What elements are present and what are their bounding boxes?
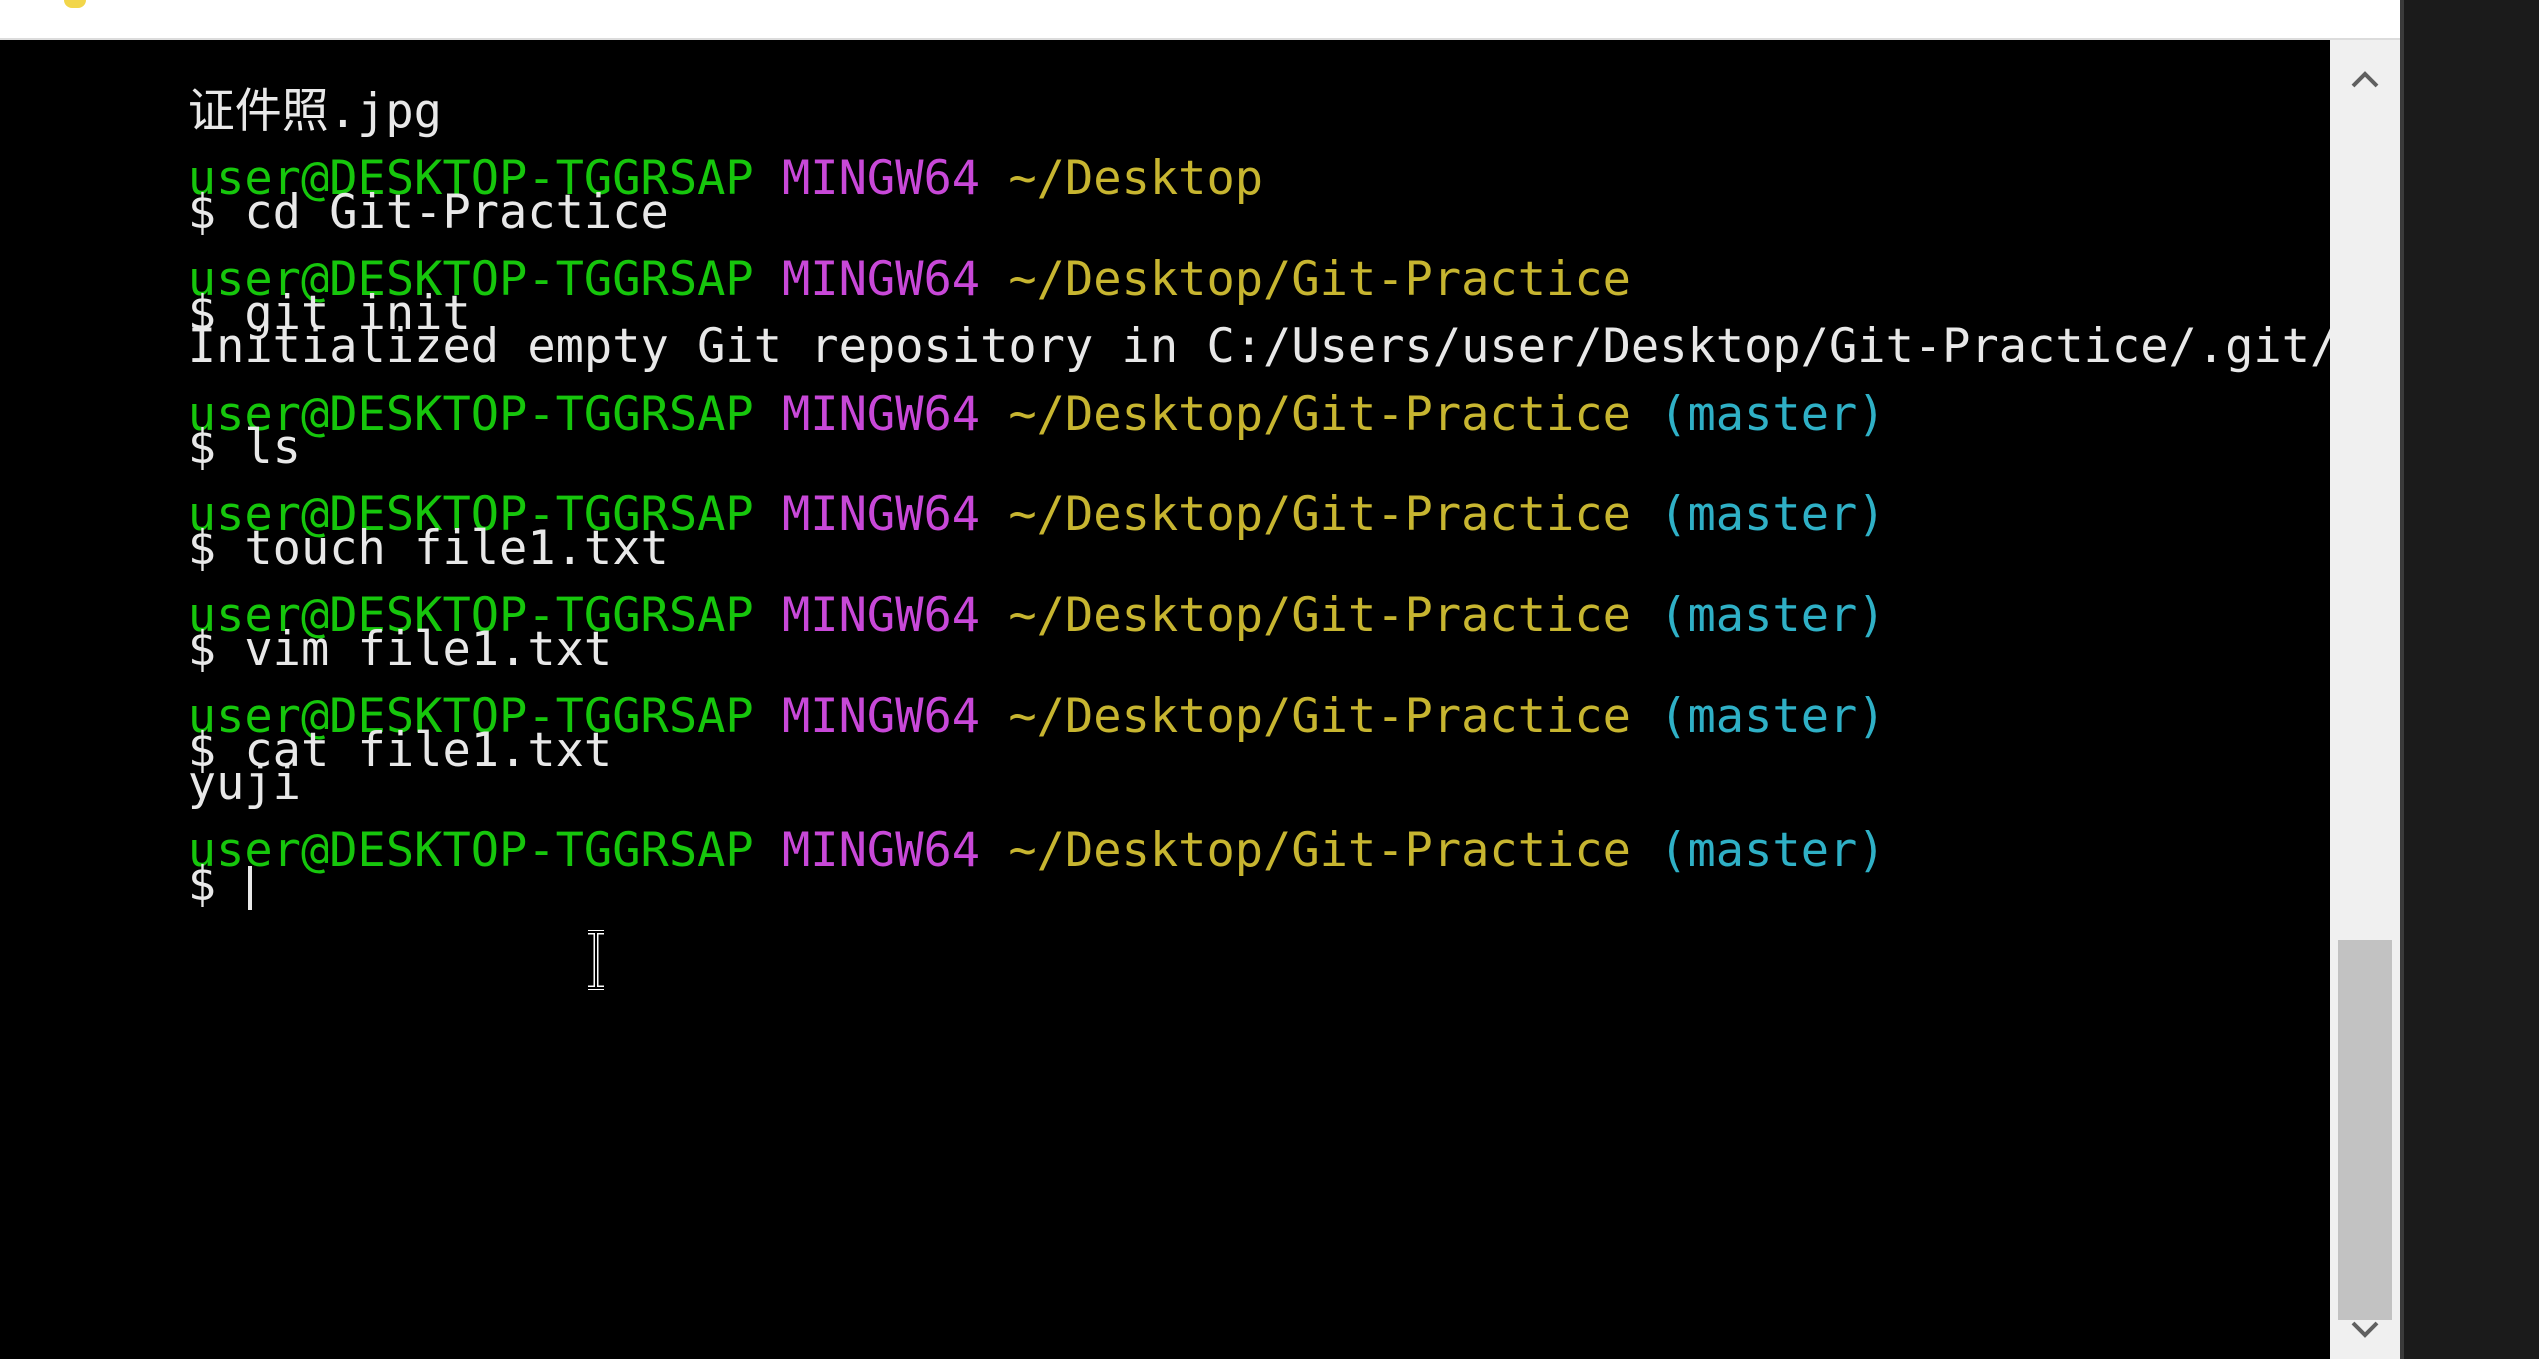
prompt-line: user@DESKTOP-TGGRSAP MINGW64 ~/Desktop/G… <box>18 767 1886 878</box>
output-line: Initialized empty Git repository in C:/U… <box>18 263 2339 374</box>
vertical-scrollbar[interactable] <box>2330 40 2400 1359</box>
prompt-path: ~/Desktop/Git-Practice <box>1008 689 1631 744</box>
text-cursor-icon <box>588 930 604 990</box>
prompt-path: ~/Desktop/Git-Practice <box>1008 823 1631 878</box>
terminal-window[interactable]: 证件照.jpg user@DESKTOP-TGGRSAP MINGW64 ~/D… <box>0 0 2400 1359</box>
scroll-up-button[interactable] <box>2330 50 2400 110</box>
input-line[interactable]: $ <box>18 801 253 912</box>
scroll-thumb[interactable] <box>2338 940 2392 1320</box>
terminal-line: 证件照.jpg <box>18 28 442 139</box>
terminal-output[interactable]: 证件照.jpg user@DESKTOP-TGGRSAP MINGW64 ~/D… <box>18 40 2339 1350</box>
output-line: yuji <box>18 700 301 811</box>
text-cursor <box>248 865 253 910</box>
prompt-system: MINGW64 <box>782 689 981 744</box>
scroll-down-button[interactable] <box>2330 1299 2400 1359</box>
prompt-user: user@DESKTOP-TGGRSAP <box>187 823 754 878</box>
input-prompt: $ <box>187 857 245 912</box>
chevron-down-icon <box>2351 1321 2379 1338</box>
prompt-system: MINGW64 <box>782 823 981 878</box>
desktop-background <box>2400 0 2539 1359</box>
command-line: $ vim file1.txt <box>18 566 612 677</box>
prompt-branch: (master) <box>1659 823 1886 878</box>
command-line: $ ls <box>18 364 301 475</box>
app-icon <box>64 0 86 8</box>
prompt-branch: (master) <box>1659 689 1886 744</box>
chevron-up-icon <box>2351 71 2379 88</box>
command-line: $ cd Git-Practice <box>18 129 669 240</box>
command-line: $ touch file1.txt <box>18 465 669 576</box>
